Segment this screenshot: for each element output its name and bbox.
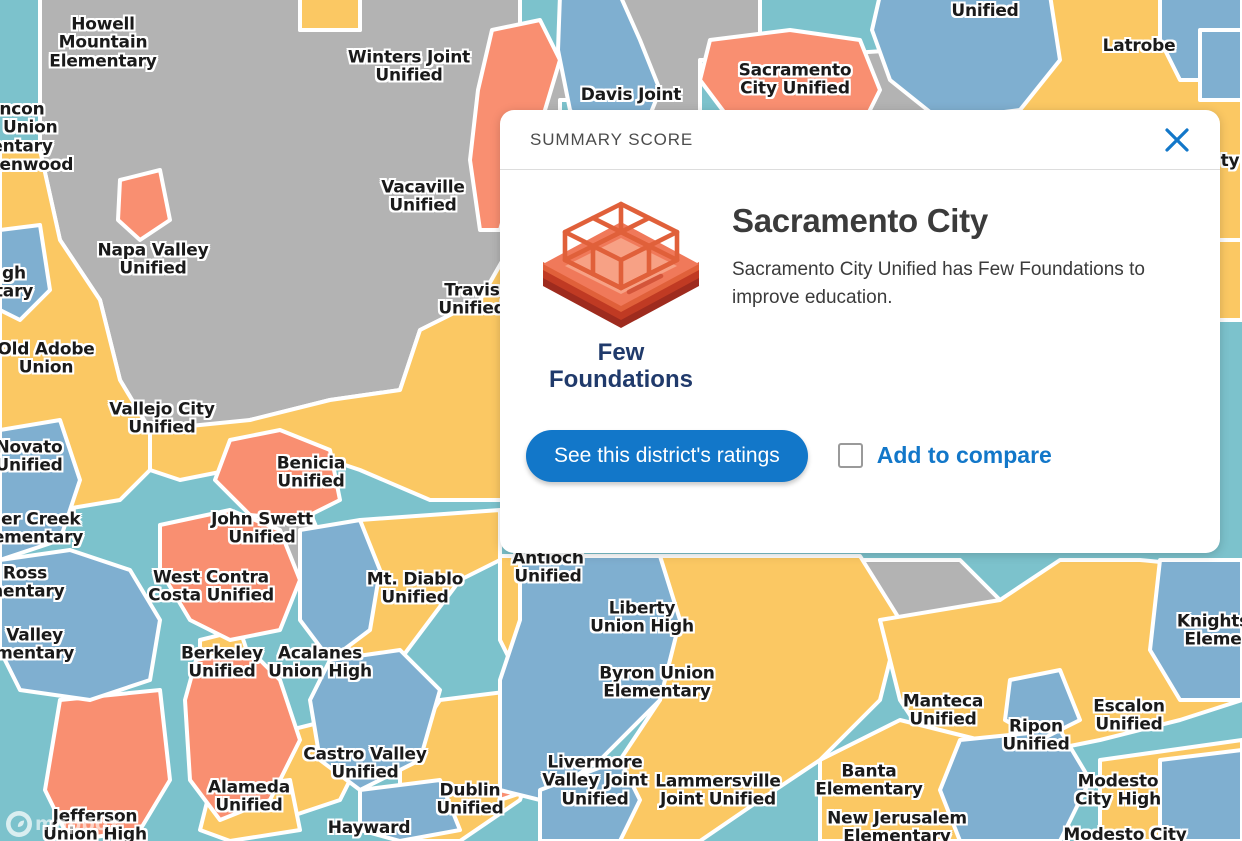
close-button[interactable] bbox=[1160, 123, 1194, 157]
mapbox-wordmark-icon: mapbox bbox=[35, 813, 120, 835]
card-header-title: SUMMARY SCORE bbox=[530, 129, 694, 149]
mapbox-mark-icon bbox=[6, 811, 32, 837]
card-actions: See this district's ratings Add to compa… bbox=[500, 394, 1220, 482]
card-header: SUMMARY SCORE bbox=[500, 110, 1220, 170]
summary-score-card: SUMMARY SCORE Few Foundations Sacramento… bbox=[500, 110, 1220, 553]
add-to-compare-label: Add to compare bbox=[876, 442, 1052, 469]
app-root: Howell Mountain Elementary Winters Joint … bbox=[0, 0, 1242, 841]
district-title: Sacramento City bbox=[732, 202, 988, 239]
mapbox-logo[interactable]: mapbox bbox=[6, 811, 139, 837]
few-foundations-building-icon bbox=[543, 201, 699, 328]
add-to-compare-checkbox[interactable] bbox=[837, 443, 863, 469]
svg-text:mapbox: mapbox bbox=[35, 813, 120, 835]
score-badge: Few Foundations bbox=[526, 196, 716, 394]
district-info: Sacramento City Sacramento City Unified … bbox=[716, 196, 1190, 394]
card-body: Few Foundations Sacramento City Sacramen… bbox=[500, 170, 1220, 394]
add-to-compare-control[interactable]: Add to compare bbox=[837, 442, 1052, 469]
close-icon bbox=[1165, 127, 1189, 152]
district-description: Sacramento City Unified has Few Foundati… bbox=[732, 259, 1145, 308]
score-badge-label: Few Foundations bbox=[549, 339, 693, 393]
see-district-ratings-button[interactable]: See this district's ratings bbox=[526, 429, 808, 482]
